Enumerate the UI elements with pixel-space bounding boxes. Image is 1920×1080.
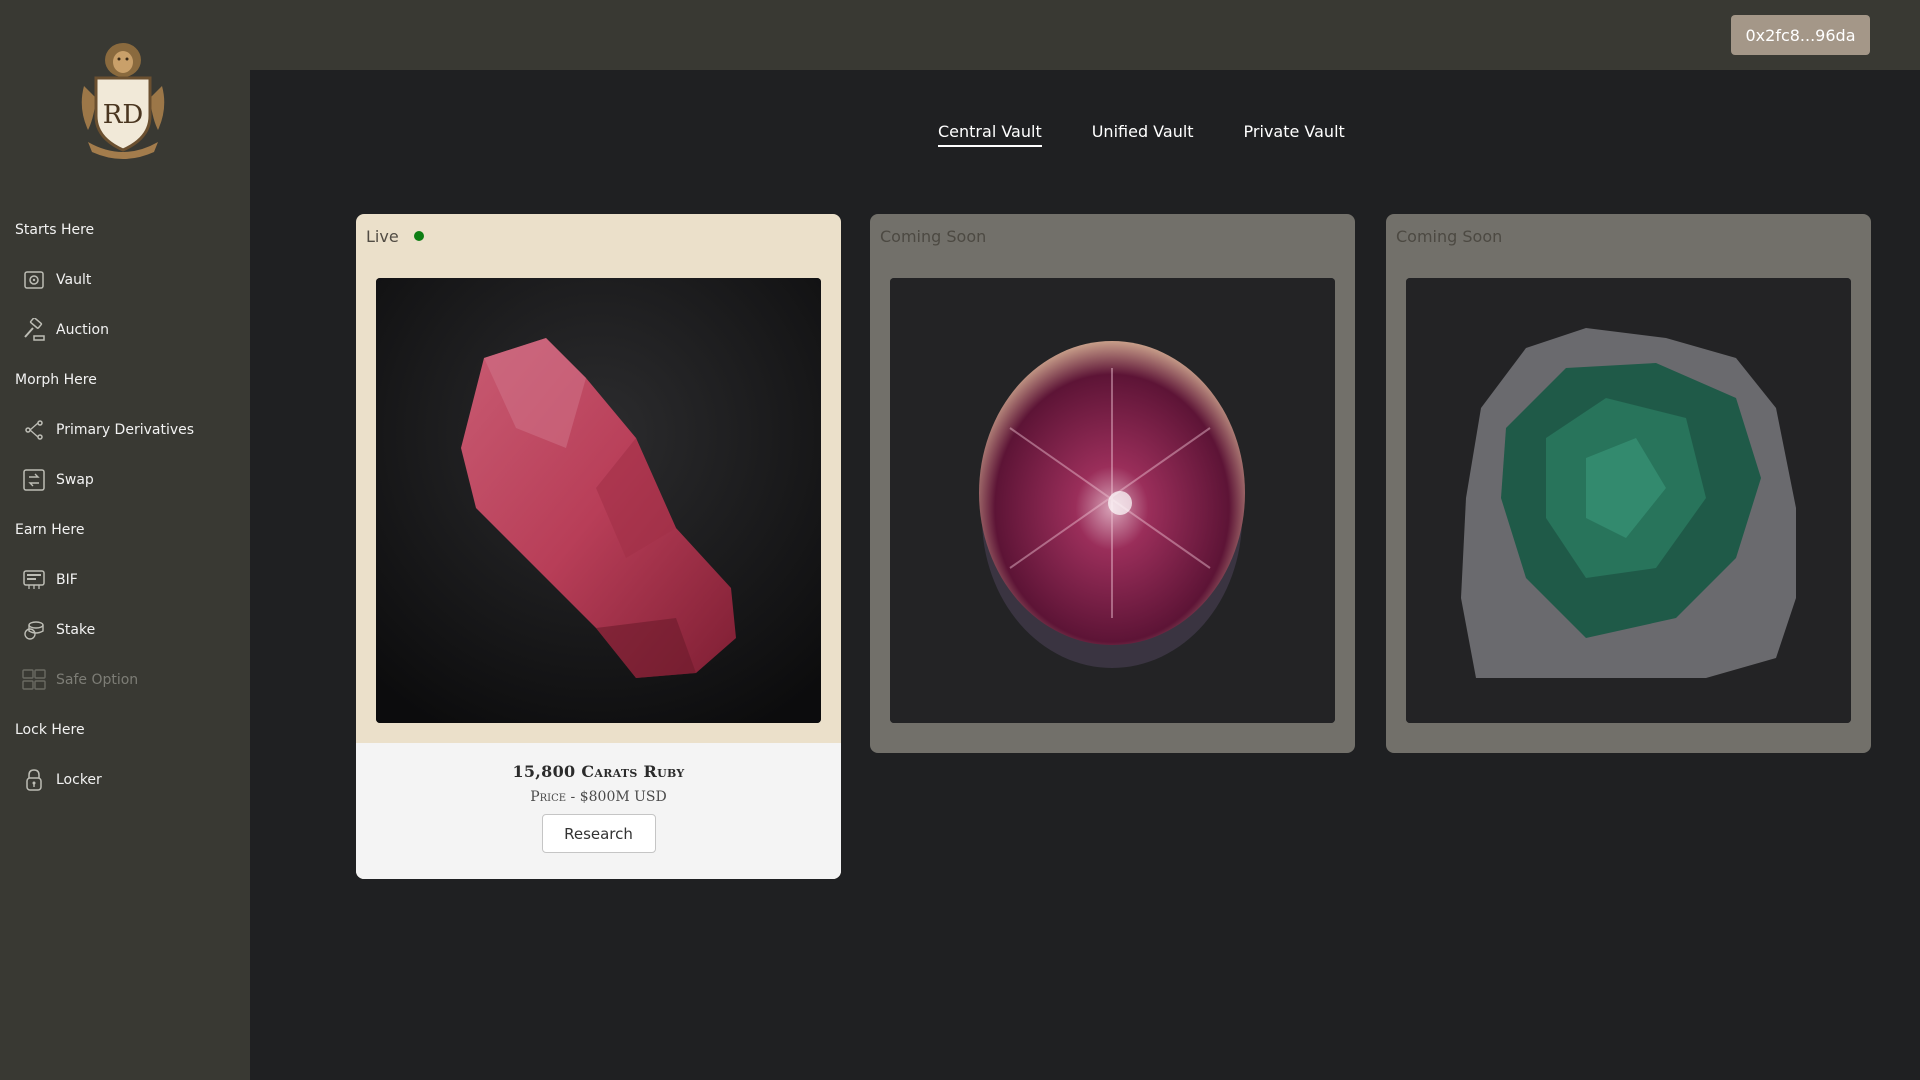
wallet-address-button[interactable]: 0x2fc8...96da bbox=[1731, 15, 1870, 55]
rough-ruby-image bbox=[376, 278, 821, 723]
asset-price: Price - $800M USD bbox=[530, 789, 667, 805]
sidebar-item-auction[interactable]: Auction bbox=[0, 305, 250, 355]
sidebar: RD Starts Here Vault Auction Morph Here … bbox=[0, 0, 250, 1080]
live-indicator-dot bbox=[413, 231, 424, 241]
sidebar-item-swap[interactable]: Swap bbox=[0, 455, 250, 505]
asset-card-ruby[interactable]: Live 15,800 Carats Ruby Price - $800M US… bbox=[356, 214, 841, 879]
asset-card-star-ruby: Coming Soon bbox=[870, 214, 1355, 753]
sidebar-item-label: Primary Derivatives bbox=[56, 422, 195, 438]
sidebar-item-locker[interactable]: Locker bbox=[0, 755, 250, 805]
card-footer: 15,800 Carats Ruby Price - $800M USD Res… bbox=[356, 743, 841, 879]
star-ruby-cabochon-image bbox=[890, 278, 1335, 723]
sidebar-item-label: Swap bbox=[56, 472, 94, 488]
bif-icon bbox=[21, 567, 47, 593]
status-label: Live bbox=[366, 226, 399, 246]
status-label: Coming Soon bbox=[1396, 226, 1503, 246]
sidebar-item-label: BIF bbox=[56, 572, 78, 588]
swap-icon bbox=[21, 467, 47, 493]
lock-icon bbox=[21, 767, 47, 793]
sidebar-item-label: Locker bbox=[56, 772, 102, 788]
safe-option-icon bbox=[21, 667, 47, 693]
card-status: Coming Soon bbox=[1386, 214, 1871, 258]
tab-private-vault[interactable]: Private Vault bbox=[1244, 122, 1345, 147]
nav-section-morph-here: Morph Here bbox=[15, 372, 97, 388]
nav-section-earn-here: Earn Here bbox=[15, 522, 85, 538]
sidebar-item-primary-derivatives[interactable]: Primary Derivatives bbox=[0, 405, 250, 455]
sidebar-item-safe-option[interactable]: Safe Option bbox=[0, 655, 250, 705]
top-bar: 0x2fc8...96da bbox=[0, 0, 1920, 70]
main-content: Central Vault Unified Vault Private Vaul… bbox=[250, 70, 1920, 1080]
sidebar-item-stake[interactable]: Stake bbox=[0, 605, 250, 655]
sidebar-nav: Starts Here Vault Auction Morph Here Pri… bbox=[0, 205, 250, 805]
branch-icon bbox=[21, 417, 47, 443]
rd-lion-crest-logo[interactable]: RD bbox=[70, 38, 176, 162]
sidebar-item-label: Stake bbox=[56, 622, 96, 638]
research-button[interactable]: Research bbox=[541, 814, 656, 853]
card-status: Live bbox=[356, 214, 841, 258]
gavel-icon bbox=[21, 317, 47, 343]
sidebar-item-label: Safe Option bbox=[56, 672, 139, 688]
vault-icon bbox=[21, 267, 47, 293]
nav-section-starts-here: Starts Here bbox=[15, 222, 95, 238]
sidebar-item-vault[interactable]: Vault bbox=[0, 255, 250, 305]
sidebar-item-bif[interactable]: BIF bbox=[0, 555, 250, 605]
asset-card-emerald: Coming Soon bbox=[1386, 214, 1871, 753]
stake-icon bbox=[21, 617, 47, 643]
tab-central-vault[interactable]: Central Vault bbox=[938, 122, 1042, 147]
svg-text:RD: RD bbox=[103, 100, 143, 130]
asset-title: 15,800 Carats Ruby bbox=[512, 762, 685, 781]
sidebar-item-label: Auction bbox=[56, 322, 109, 338]
vault-tabs: Central Vault Unified Vault Private Vaul… bbox=[938, 122, 1345, 147]
tab-unified-vault[interactable]: Unified Vault bbox=[1092, 122, 1194, 147]
sidebar-item-label: Vault bbox=[56, 272, 92, 288]
emerald-in-matrix-image bbox=[1406, 278, 1851, 723]
card-status: Coming Soon bbox=[870, 214, 1355, 258]
status-label: Coming Soon bbox=[880, 226, 987, 246]
nav-section-lock-here: Lock Here bbox=[15, 722, 85, 738]
